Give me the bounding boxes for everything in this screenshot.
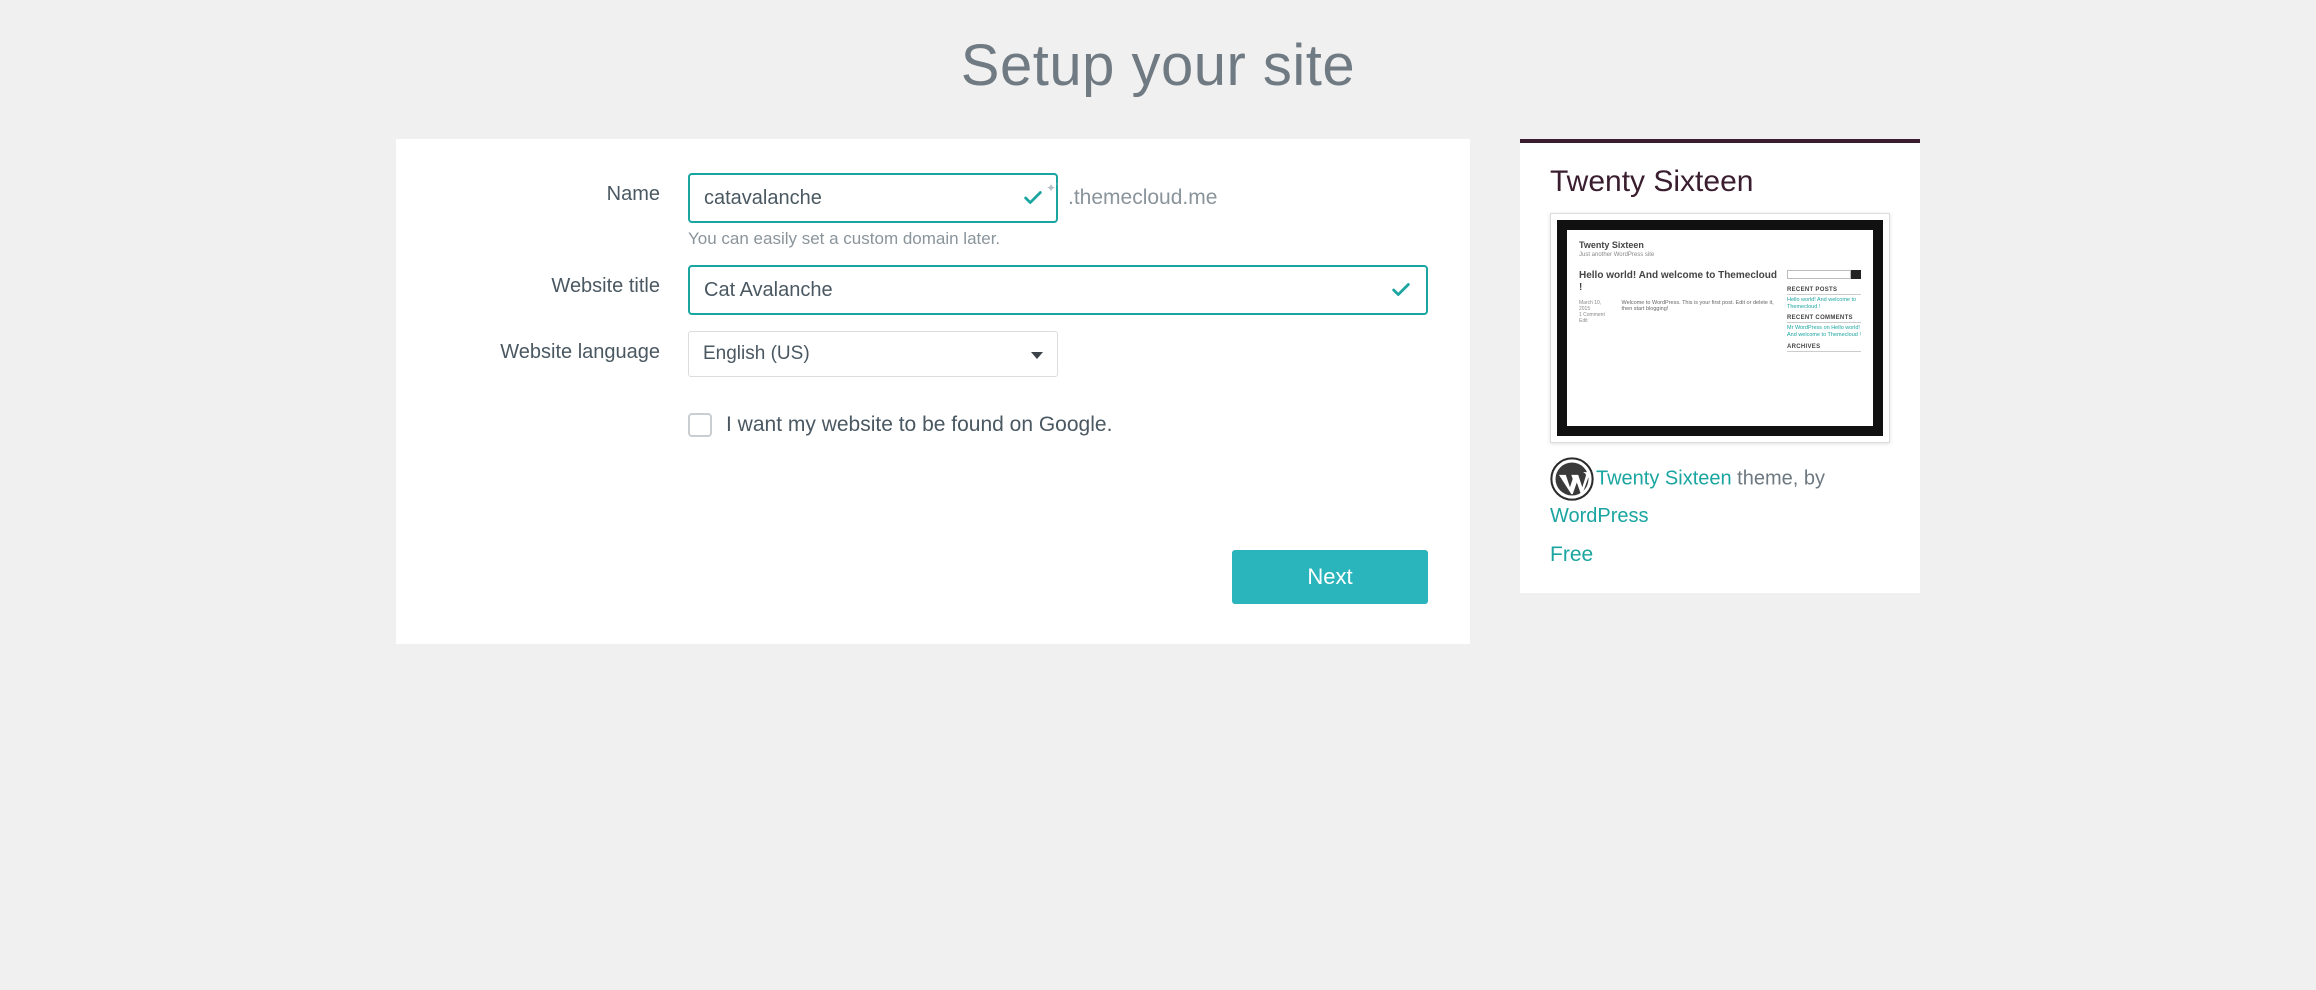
website-title-input[interactable] [688, 265, 1428, 315]
theme-credit: Twenty Sixteen theme, by WordPress [1550, 457, 1890, 531]
next-button[interactable]: Next [1232, 550, 1428, 604]
preview-post-date: March 10, 2015 [1579, 300, 1614, 312]
label-website-language: Website language [438, 331, 688, 364]
wordpress-logo-icon [1550, 457, 1594, 501]
theme-author-link[interactable]: WordPress [1550, 505, 1649, 527]
google-index-label: I want my website to be found on Google. [726, 413, 1112, 437]
theme-price: Free [1550, 543, 1890, 567]
setup-form-card: Name ✦˙ .themecloud.me You can easily se… [396, 139, 1470, 644]
website-language-value: English (US) [689, 332, 1057, 376]
preview-recent-post-link: Hello world! And welcome to Themecloud ! [1787, 297, 1861, 311]
preview-site-title: Twenty Sixteen [1579, 240, 1861, 250]
label-website-title: Website title [438, 265, 688, 298]
google-index-checkbox[interactable] [688, 413, 712, 437]
site-name-input[interactable] [688, 173, 1058, 223]
preview-recent-comment-link: Mr WordPress on Hello world! And welcome… [1787, 325, 1861, 339]
preview-search-box [1787, 270, 1851, 279]
preview-post-edit: Edit [1579, 318, 1614, 324]
checkmark-icon [1022, 187, 1044, 209]
chevron-down-icon [1031, 352, 1043, 359]
label-name: Name [438, 173, 688, 206]
preview-search-button [1851, 270, 1861, 279]
website-language-select[interactable]: English (US) [688, 331, 1058, 377]
theme-name-link[interactable]: Twenty Sixteen [1596, 467, 1732, 489]
theme-thumbnail: Twenty Sixteen Just another WordPress si… [1550, 213, 1890, 443]
preview-post-heading: Hello world! And welcome to Themecloud ! [1579, 270, 1779, 294]
preview-section-recent-comments: RECENT COMMENTS [1787, 315, 1861, 323]
preview-section-archives: ARCHIVES [1787, 344, 1861, 352]
sparkle-icon: ✦˙ [1046, 181, 1060, 195]
preview-tagline: Just another WordPress site [1579, 252, 1861, 258]
name-hint: You can easily set a custom domain later… [688, 229, 1428, 249]
preview-section-recent-posts: RECENT POSTS [1787, 287, 1861, 295]
checkmark-icon [1390, 279, 1412, 301]
page-title: Setup your site [396, 0, 1920, 139]
preview-post-body: Welcome to WordPress. This is your first… [1622, 300, 1779, 324]
theme-title: Twenty Sixteen [1550, 165, 1890, 199]
theme-credit-middle: theme, by [1732, 467, 1825, 489]
theme-preview-card: Twenty Sixteen Twenty Sixteen Just anoth… [1520, 139, 1920, 593]
domain-suffix: .themecloud.me [1068, 173, 1217, 223]
